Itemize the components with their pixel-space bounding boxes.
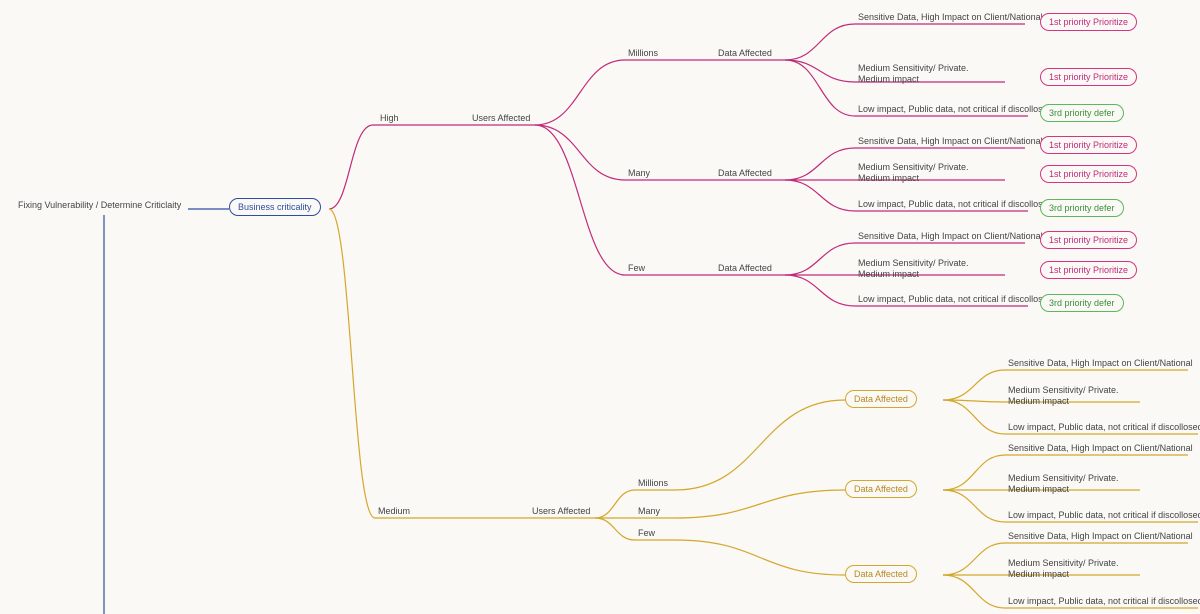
connectors-svg: [0, 0, 1200, 614]
high-many[interactable]: Many: [628, 168, 650, 179]
users-affected-medium[interactable]: Users Affected: [532, 506, 590, 517]
pill-high-few-medium[interactable]: 1st priority Prioritize: [1040, 261, 1137, 279]
high-many-low[interactable]: Low impact, Public data, not critical if…: [858, 199, 1053, 210]
criticality-high[interactable]: High: [380, 113, 399, 124]
high-millions-low[interactable]: Low impact, Public data, not critical if…: [858, 104, 1053, 115]
business-criticality-pill[interactable]: Business criticality: [229, 198, 321, 216]
high-few[interactable]: Few: [628, 263, 645, 274]
high-many-sensitive[interactable]: Sensitive Data, High Impact on Client/Na…: [858, 136, 1043, 147]
medium-many-sensitive[interactable]: Sensitive Data, High Impact on Client/Na…: [1008, 443, 1193, 454]
high-millions-medium[interactable]: Medium Sensitivity/ Private. Medium impa…: [858, 63, 969, 86]
medium-millions-sensitive[interactable]: Sensitive Data, High Impact on Client/Na…: [1008, 358, 1193, 369]
medium-many-data-affected-pill[interactable]: Data Affected: [845, 480, 917, 498]
medium-many-medium[interactable]: Medium Sensitivity/ Private. Medium impa…: [1008, 473, 1119, 496]
high-many-medium[interactable]: Medium Sensitivity/ Private. Medium impa…: [858, 162, 969, 185]
high-few-data-affected[interactable]: Data Affected: [718, 263, 772, 274]
medium-few-low[interactable]: Low impact, Public data, not critical if…: [1008, 596, 1200, 607]
pill-high-millions-medium[interactable]: 1st priority Prioritize: [1040, 68, 1137, 86]
high-few-medium[interactable]: Medium Sensitivity/ Private. Medium impa…: [858, 258, 969, 281]
high-millions-sensitive[interactable]: Sensitive Data, High Impact on Client/Na…: [858, 12, 1043, 23]
mindmap-canvas[interactable]: Fixing Vulnerability / Determine Criticl…: [0, 0, 1200, 614]
criticality-medium[interactable]: Medium: [378, 506, 410, 517]
high-millions-data-affected[interactable]: Data Affected: [718, 48, 772, 59]
pill-high-many-low[interactable]: 3rd priority defer: [1040, 199, 1124, 217]
root-node[interactable]: Fixing Vulnerability / Determine Criticl…: [18, 200, 181, 211]
users-affected-high[interactable]: Users Affected: [472, 113, 530, 124]
high-few-low[interactable]: Low impact, Public data, not critical if…: [858, 294, 1053, 305]
medium-millions-data-affected-pill[interactable]: Data Affected: [845, 390, 917, 408]
medium-many-low[interactable]: Low impact, Public data, not critical if…: [1008, 510, 1200, 521]
medium-few[interactable]: Few: [638, 528, 655, 539]
high-few-sensitive[interactable]: Sensitive Data, High Impact on Client/Na…: [858, 231, 1043, 242]
pill-high-millions-low[interactable]: 3rd priority defer: [1040, 104, 1124, 122]
medium-many[interactable]: Many: [638, 506, 660, 517]
medium-millions-low[interactable]: Low impact, Public data, not critical if…: [1008, 422, 1200, 433]
pill-high-millions-sensitive[interactable]: 1st priority Prioritize: [1040, 13, 1137, 31]
high-millions[interactable]: Millions: [628, 48, 658, 59]
pill-high-few-sensitive[interactable]: 1st priority Prioritize: [1040, 231, 1137, 249]
pill-high-many-sensitive[interactable]: 1st priority Prioritize: [1040, 136, 1137, 154]
high-many-data-affected[interactable]: Data Affected: [718, 168, 772, 179]
medium-few-sensitive[interactable]: Sensitive Data, High Impact on Client/Na…: [1008, 531, 1193, 542]
pill-high-few-low[interactable]: 3rd priority defer: [1040, 294, 1124, 312]
medium-millions[interactable]: Millions: [638, 478, 668, 489]
medium-few-data-affected-pill[interactable]: Data Affected: [845, 565, 917, 583]
medium-few-medium[interactable]: Medium Sensitivity/ Private. Medium impa…: [1008, 558, 1119, 581]
pill-high-many-medium[interactable]: 1st priority Prioritize: [1040, 165, 1137, 183]
medium-millions-medium[interactable]: Medium Sensitivity/ Private. Medium impa…: [1008, 385, 1119, 408]
